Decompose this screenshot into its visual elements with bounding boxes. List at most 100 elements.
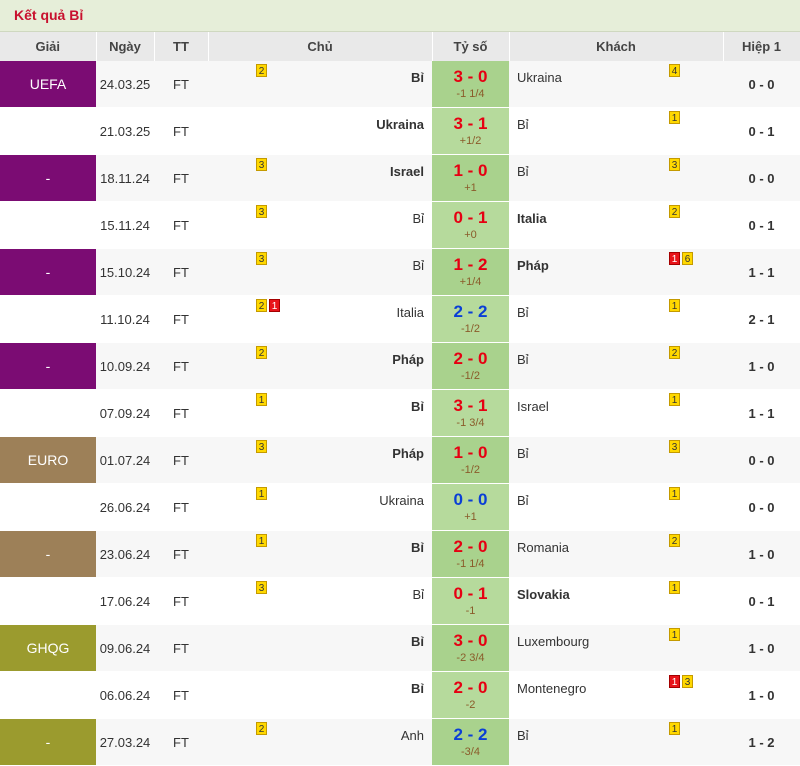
home-team-cell: 1 Bỉ [208, 389, 432, 437]
score-cell[interactable]: 0 - 1 +0 [432, 201, 509, 249]
table-row[interactable]: -21.03.25 FT Ukraina 3 - 1 +1/2 Bỉ 1 0 - 1 [0, 107, 800, 155]
table-row[interactable]: -27.03.24 FT 2 Anh 2 - 2 -3/4 Bỉ 1 1 - 2 [0, 718, 800, 766]
score-cell[interactable]: 0 - 0 +1 [432, 483, 509, 531]
home-team-link[interactable]: Ukraina [379, 493, 424, 508]
score-value[interactable]: 3 - 1 [432, 114, 509, 133]
col-header-league[interactable]: Giải [0, 32, 97, 61]
home-team-link[interactable]: Pháp [392, 352, 424, 367]
home-team-link[interactable]: Israel [390, 164, 424, 179]
status-cell: FT [154, 577, 208, 625]
score-cell[interactable]: 2 - 0 -1 1/4 [432, 530, 509, 578]
home-team-link[interactable]: Bỉ [411, 540, 424, 555]
score-value[interactable]: 0 - 1 [432, 208, 509, 227]
table-row[interactable]: -15.11.24 FT 3 Bỉ 0 - 1 +0 Italia 2 0 - 1 [0, 201, 800, 249]
score-value[interactable]: 0 - 1 [432, 584, 509, 603]
score-value[interactable]: 2 - 0 [432, 349, 509, 368]
home-team-link[interactable]: Bỉ [411, 681, 424, 696]
score-cell[interactable]: 1 - 2 +1/4 [432, 248, 509, 296]
league-cell[interactable]: - [0, 154, 96, 202]
home-team-link[interactable]: Bỉ [412, 258, 424, 273]
away-team-link[interactable]: Bỉ [517, 352, 529, 367]
score-cell[interactable]: 3 - 1 -1 3/4 [432, 389, 509, 437]
league-cell[interactable]: - [0, 201, 96, 249]
score-value[interactable]: 3 - 0 [432, 67, 509, 86]
score-cell[interactable]: 2 - 0 -2 [432, 671, 509, 719]
halftime-score-cell: 1 - 0 [723, 671, 800, 719]
league-cell[interactable]: - [0, 107, 96, 155]
table-row[interactable]: -10.09.24 FT 2 Pháp 2 - 0 -1/2 Bỉ 2 1 - 0 [0, 342, 800, 390]
score-cell[interactable]: 2 - 2 -3/4 [432, 718, 509, 766]
score-value[interactable]: 2 - 2 [432, 302, 509, 321]
league-cell[interactable]: - [0, 342, 96, 390]
league-cell[interactable]: - [0, 671, 96, 719]
away-team-link[interactable]: Pháp [517, 258, 549, 273]
score-value[interactable]: 1 - 0 [432, 161, 509, 180]
table-row[interactable]: UEFA 24.03.25 FT 2 Bỉ 3 - 0 -1 1/4 Ukraina 4 0 - … [0, 61, 800, 108]
home-team-link[interactable]: Bỉ [411, 399, 424, 414]
league-cell[interactable]: - [0, 530, 96, 578]
table-row[interactable]: -06.06.24 FT Bỉ 2 - 0 -2 Montenegro 1 3 1 - 0 [0, 671, 800, 719]
league-cell[interactable]: - [0, 483, 96, 531]
score-cell[interactable]: 0 - 1 -1 [432, 577, 509, 625]
away-team-link[interactable]: Bỉ [517, 446, 529, 461]
score-cell[interactable]: 3 - 0 -1 1/4 [432, 61, 509, 108]
score-value[interactable]: 2 - 0 [432, 678, 509, 697]
score-cell[interactable]: 2 - 0 -1/2 [432, 342, 509, 390]
home-team-link[interactable]: Pháp [392, 446, 424, 461]
score-value[interactable]: 3 - 1 [432, 396, 509, 415]
table-row[interactable]: -17.06.24 FT 3 Bỉ 0 - 1 -1 Slovakia 1 0 - 1 [0, 577, 800, 625]
table-row[interactable]: -11.10.24 FT 2 1 Italia 2 - 2 -1/2 Bỉ 1 2 - 1 [0, 295, 800, 343]
league-cell[interactable]: - [0, 577, 96, 625]
score-cell[interactable]: 1 - 0 -1/2 [432, 436, 509, 484]
league-cell[interactable]: EURO [0, 436, 96, 484]
home-team-link[interactable]: Bỉ [412, 211, 424, 226]
col-header-status[interactable]: TT [154, 32, 209, 61]
score-value[interactable]: 2 - 0 [432, 537, 509, 556]
table-row[interactable]: -07.09.24 FT 1 Bỉ 3 - 1 -1 3/4 Israel 1 1 - 1 [0, 389, 800, 437]
home-team-link[interactable]: Bỉ [412, 587, 424, 602]
away-team-link[interactable]: Israel [517, 399, 549, 414]
away-team-link[interactable]: Bỉ [517, 164, 529, 179]
away-team-link[interactable]: Bỉ [517, 305, 529, 320]
away-team-link[interactable]: Bỉ [517, 117, 529, 132]
score-cell[interactable]: 1 - 0 +1 [432, 154, 509, 202]
col-header-date[interactable]: Ngày [96, 32, 155, 61]
score-cell[interactable]: 3 - 0 -2 3/4 [432, 624, 509, 672]
table-row[interactable]: -23.06.24 FT 1 Bỉ 2 - 0 -1 1/4 Romania 2 1 - 0 [0, 530, 800, 578]
col-header-halftime[interactable]: Hiệp 1 [723, 32, 800, 61]
home-team-link[interactable]: Bỉ [411, 634, 424, 649]
league-cell[interactable]: - [0, 718, 96, 766]
league-cell[interactable]: - [0, 248, 96, 296]
home-team-link[interactable]: Bỉ [411, 70, 424, 85]
table-row[interactable]: GHQG 09.06.24 FT Bỉ 3 - 0 -2 3/4 Luxembourg 1 1 … [0, 624, 800, 672]
col-header-score[interactable]: Tỷ số [432, 32, 510, 61]
score-value[interactable]: 1 - 2 [432, 255, 509, 274]
home-team-link[interactable]: Italia [397, 305, 424, 320]
away-team-link[interactable]: Luxembourg [517, 634, 589, 649]
away-team-link[interactable]: Italia [517, 211, 547, 226]
score-value[interactable]: 3 - 0 [432, 631, 509, 650]
table-row[interactable]: -26.06.24 FT 1 Ukraina 0 - 0 +1 Bỉ 1 0 - 0 [0, 483, 800, 531]
score-cell[interactable]: 3 - 1 +1/2 [432, 107, 509, 155]
score-cell[interactable]: 2 - 2 -1/2 [432, 295, 509, 343]
away-team-link[interactable]: Romania [517, 540, 569, 555]
away-team-link[interactable]: Bỉ [517, 728, 529, 743]
league-cell[interactable]: - [0, 389, 96, 437]
league-cell[interactable]: UEFA [0, 61, 96, 108]
score-value[interactable]: 2 - 2 [432, 725, 509, 744]
col-header-home[interactable]: Chủ [208, 32, 433, 61]
score-value[interactable]: 0 - 0 [432, 490, 509, 509]
table-row[interactable]: EURO 01.07.24 FT 3 Pháp 1 - 0 -1/2 Bỉ 3 0 - 0 [0, 436, 800, 484]
away-team-link[interactable]: Montenegro [517, 681, 586, 696]
score-value[interactable]: 1 - 0 [432, 443, 509, 462]
home-team-link[interactable]: Ukraina [376, 117, 424, 132]
table-row[interactable]: -18.11.24 FT 3 Israel 1 - 0 +1 Bỉ 3 0 - 0 [0, 154, 800, 202]
col-header-away[interactable]: Khách [509, 32, 724, 61]
table-row[interactable]: -15.10.24 FT 3 Bỉ 1 - 2 +1/4 Pháp 1 6 1 - 1 [0, 248, 800, 296]
away-team-link[interactable]: Bỉ [517, 493, 529, 508]
home-team-link[interactable]: Anh [401, 728, 424, 743]
league-cell[interactable]: GHQG [0, 624, 96, 672]
away-team-link[interactable]: Slovakia [517, 587, 570, 602]
league-cell[interactable]: - [0, 295, 96, 343]
away-team-link[interactable]: Ukraina [517, 70, 562, 85]
